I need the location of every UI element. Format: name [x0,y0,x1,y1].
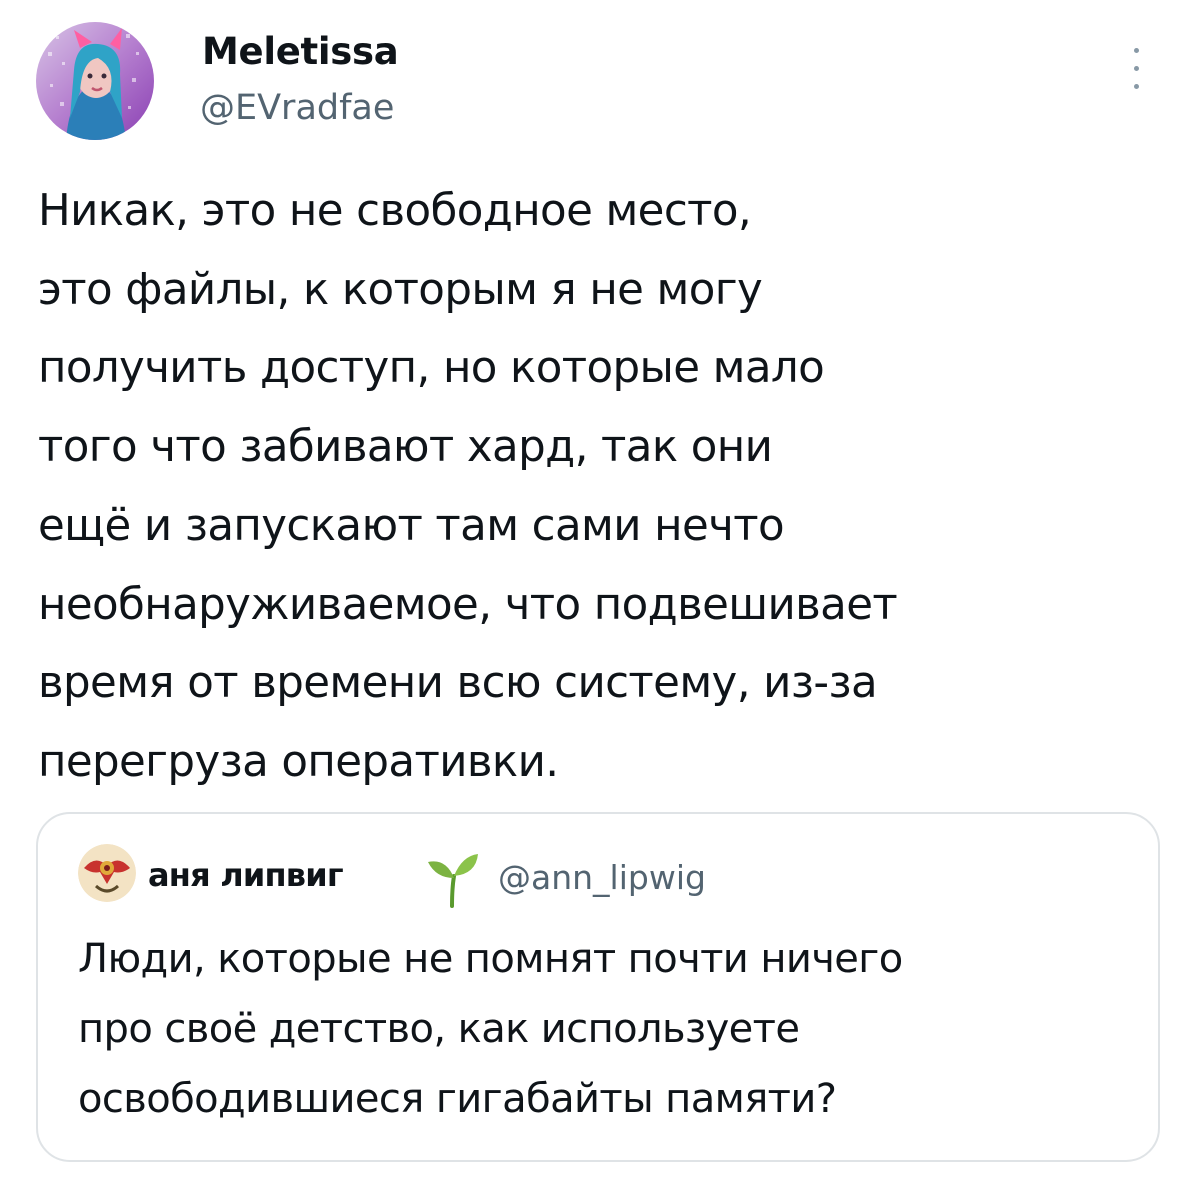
tweet-body-text: Никак, это не свободное место, это файлы… [38,186,898,787]
quoted-author-avatar[interactable] [78,844,136,902]
user-avatar-photo [36,22,154,140]
seedling-icon [424,848,480,908]
quoted-author-handle[interactable]: @ann_lipwig [498,858,706,897]
more-vertical-icon [1134,48,1139,53]
author-name[interactable]: Meletissa [202,30,399,73]
quoted-author-name[interactable]: аня липвиг [148,856,344,894]
author-handle[interactable]: @EVradfae [200,88,394,128]
more-vertical-icon-dot [1134,84,1139,89]
user-avatar-emblem [78,844,136,902]
more-options-button[interactable] [1128,44,1146,96]
author-avatar[interactable] [36,22,154,140]
more-vertical-icon-dot [1134,66,1139,71]
quoted-tweet-text: Люди, которые не помнят почти ничего про… [78,936,903,1122]
quoted-tweet-card[interactable]: аня липвиг @ann_lipwig Люди, которые не … [36,812,1160,1162]
tweet-header: Meletissa @EVradfae [36,22,1166,142]
